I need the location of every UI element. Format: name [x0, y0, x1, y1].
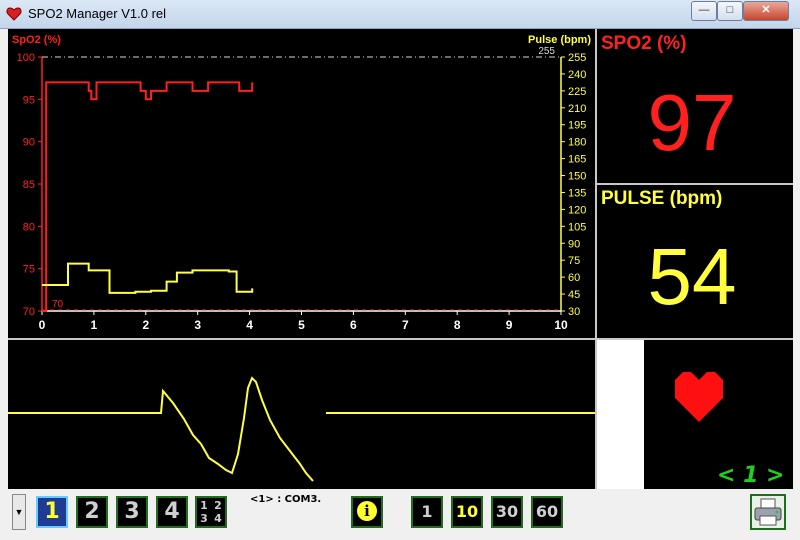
grid-cell-1: 1 [200, 499, 208, 512]
pulse-tick-label: 255 [568, 52, 586, 64]
spo2-label: SPO2 (%) [601, 33, 687, 54]
info-button[interactable]: i [351, 496, 383, 528]
x-tick-label: 7 [402, 318, 409, 332]
spo2-axis-label: SpO2 (%) [12, 34, 61, 46]
grid-cell-3: 3 [200, 512, 208, 525]
pulse-value: 54 [647, 232, 737, 321]
scale-30-button[interactable]: 30 [491, 496, 523, 528]
pleth-waveform [8, 376, 595, 482]
device-indicator[interactable]: < 1 > [717, 463, 785, 488]
pulse-readout-panel: PULSE (bpm) 54 [597, 185, 793, 338]
pulse-tick-label: 225 [568, 86, 586, 98]
channel-2-button[interactable]: 2 [76, 496, 108, 528]
pulse-axis-label: Pulse (bpm) [528, 34, 591, 46]
spo2-trend-line [42, 81, 254, 312]
spo2-readout-panel: SPO2 (%) 97 [597, 29, 793, 183]
channel-dropdown[interactable]: ▼ [12, 494, 26, 530]
pulse-tick-label: 30 [568, 306, 580, 318]
printer-icon [754, 498, 782, 526]
x-tick-label: 4 [246, 318, 253, 332]
maximize-button[interactable]: □ [717, 1, 743, 21]
info-icon: i [357, 501, 377, 521]
x-tick-label: 0 [39, 318, 46, 332]
channel-3-button[interactable]: 3 [116, 496, 148, 528]
channel-1-button[interactable]: 1 [36, 496, 68, 528]
x-tick-label: 8 [454, 318, 461, 332]
pulse-tick-label: 90 [568, 238, 580, 250]
channel-4-button[interactable]: 4 [156, 496, 188, 528]
window-title: SPO2 Manager V1.0 rel [28, 6, 167, 21]
heartbeat-panel: < 1 > [597, 340, 793, 489]
connection-status: <1> : COM3. [250, 494, 322, 505]
heart-icon [675, 372, 723, 422]
spo2-tick-label: 75 [23, 264, 35, 276]
spo2-tick-label: 70 [23, 306, 35, 318]
scale-1-button[interactable]: 1 [411, 496, 443, 528]
pulse-tick-label: 60 [568, 272, 580, 284]
x-tick-label: 5 [298, 318, 305, 332]
scale-60-button[interactable]: 60 [531, 496, 563, 528]
trend-chart: SpO2 (%) Pulse (bpm)100959085807570255240… [12, 34, 591, 332]
pulse-tick-label: 150 [568, 171, 586, 183]
pulse-limit-label: 255 [538, 46, 555, 57]
spo2-tick-label: 80 [23, 221, 35, 233]
pulse-tick-label: 105 [568, 221, 586, 233]
pulse-tick-label: 195 [568, 120, 586, 132]
pulse-tick-label: 240 [568, 69, 586, 81]
print-button[interactable] [750, 494, 786, 530]
pulse-label: PULSE (bpm) [601, 188, 723, 209]
spo2-limit-label: 70 [52, 299, 64, 310]
spo2-value: 97 [647, 78, 737, 167]
minimize-button[interactable]: — [691, 1, 717, 21]
pulse-tick-label: 165 [568, 154, 586, 166]
pulse-tick-label: 210 [568, 103, 586, 115]
x-tick-label: 2 [142, 318, 149, 332]
pulse-tick-label: 180 [568, 137, 586, 149]
x-tick-label: 10 [554, 318, 568, 332]
pulse-tick-label: 135 [568, 187, 586, 199]
x-tick-label: 6 [350, 318, 357, 332]
pulse-tick-label: 45 [568, 289, 580, 301]
spo2-tick-label: 100 [17, 52, 35, 64]
scale-10-button[interactable]: 10 [451, 496, 483, 528]
spo2-tick-label: 95 [23, 94, 35, 106]
trend-chart-panel: SpO2 (%) Pulse (bpm) 100 95 90 85 80 75 70 255 240… [8, 29, 595, 338]
spo2-tick-label: 85 [23, 179, 35, 191]
spo2-tick-label: 90 [23, 137, 35, 149]
pleth-waveform-panel [8, 340, 595, 489]
all-channels-grid-button[interactable]: 1 2 3 4 [195, 496, 227, 528]
x-tick-label: 3 [194, 318, 201, 332]
grid-cell-2: 2 [214, 499, 222, 512]
pulse-tick-label: 120 [568, 204, 586, 216]
pulse-trend-line [42, 262, 254, 294]
heart-app-icon [6, 7, 22, 21]
grid-cell-4: 4 [214, 512, 222, 525]
x-tick-label: 1 [91, 318, 98, 332]
title-bar: SPO2 Manager V1.0 rel — □ ✕ [0, 0, 800, 29]
close-button[interactable]: ✕ [743, 1, 789, 21]
x-tick-label: 9 [506, 318, 513, 332]
signal-strength-bar [597, 340, 644, 489]
pulse-tick-label: 75 [568, 255, 580, 267]
